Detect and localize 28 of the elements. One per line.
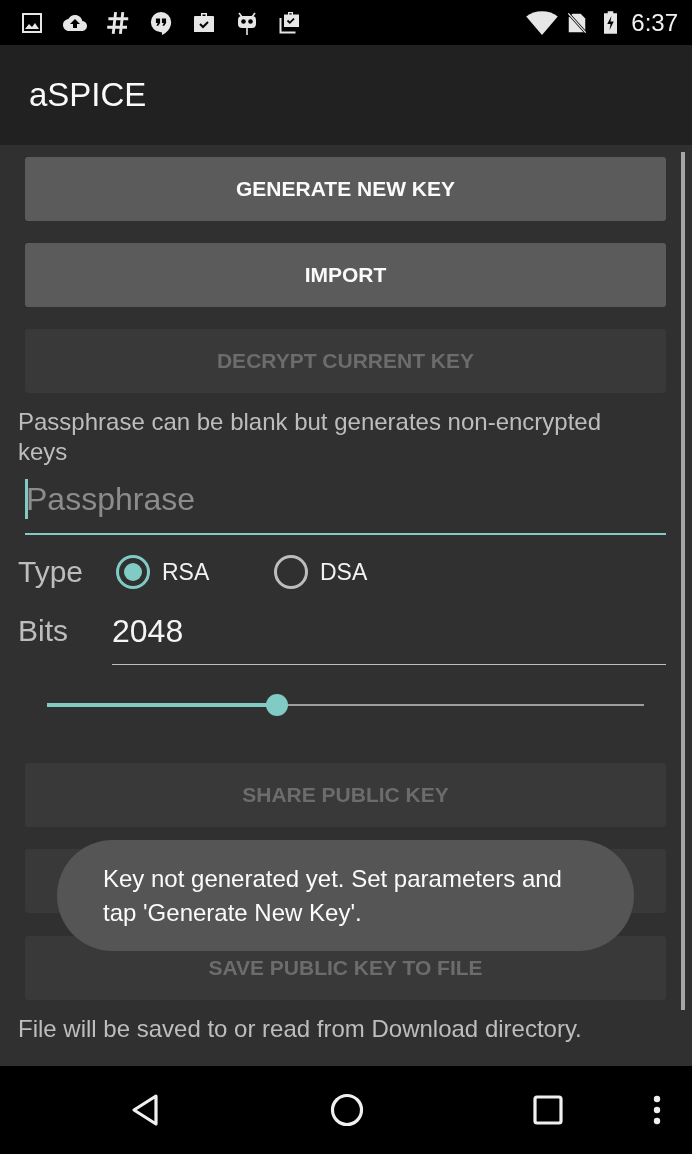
text-cursor-icon [25, 479, 28, 519]
no-sim-icon [566, 10, 589, 35]
battery-charging-icon [604, 11, 618, 34]
status-time: 6:37 [631, 8, 678, 37]
image-icon [20, 10, 44, 35]
type-label: Type [18, 554, 85, 590]
footer-note: File will be saved to or read from Download directory. [18, 1014, 583, 1044]
radio-option[interactable]: DSA [273, 554, 368, 590]
wifi-icon [526, 10, 559, 35]
app-title: aSPICE [29, 75, 147, 115]
home-icon[interactable] [330, 1093, 364, 1127]
recents-icon[interactable] [533, 1095, 563, 1125]
robot-icon [235, 10, 259, 35]
bits-field[interactable]: 2048 [112, 605, 666, 665]
quote-bubble-icon [149, 10, 173, 35]
more-icon[interactable] [653, 1095, 661, 1125]
bits-label: Bits [18, 613, 69, 649]
passphrase-hint: Passphrase can be blank but generates non-encrypted keys [18, 407, 603, 467]
stacked-briefcase-icon [278, 10, 302, 35]
import-button[interactable]: IMPORT [25, 243, 666, 307]
passphrase-field[interactable]: Passphrase [25, 469, 666, 535]
briefcase-check-icon [192, 10, 216, 35]
message-toast: Key not generated yet. Set parameters and tap 'Generate New Key'. [57, 840, 634, 951]
hash-icon [106, 10, 130, 35]
slider-thumb[interactable] [265, 694, 288, 716]
back-icon[interactable] [130, 1093, 160, 1127]
radio-option[interactable]: RSA [115, 554, 273, 590]
generate-key-button[interactable]: GENERATE NEW KEY [25, 157, 666, 221]
